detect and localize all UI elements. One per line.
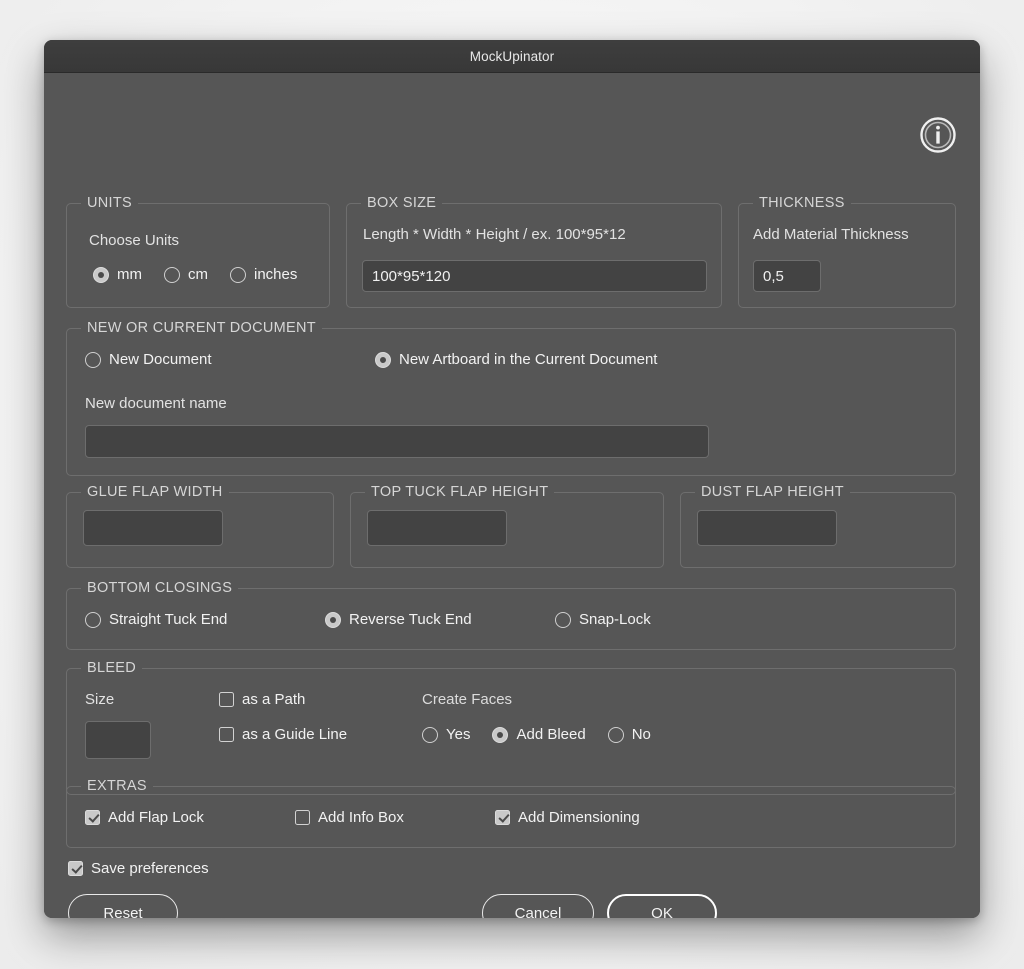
mockupinator-window: MockUpinator UNITS Choose Units mm cm in… bbox=[44, 40, 980, 918]
bleed-size-label: Size bbox=[85, 691, 115, 708]
box-size-legend: BOX SIZE bbox=[361, 195, 443, 211]
top-tuck-flap-height-input[interactable] bbox=[367, 510, 507, 546]
units-radio-row: mm cm inches bbox=[93, 266, 297, 283]
radio-label: No bbox=[631, 726, 651, 743]
checkbox-indicator-icon bbox=[495, 810, 510, 825]
bottom-closings-group: BOTTOM CLOSINGS Straight Tuck End Revers… bbox=[66, 580, 956, 650]
radio-create-faces-no[interactable]: No bbox=[607, 726, 651, 743]
checkbox-label: Add Flap Lock bbox=[108, 809, 204, 826]
radio-indicator-icon bbox=[93, 266, 109, 283]
checkbox-indicator-icon bbox=[85, 810, 100, 825]
checkbox-label: Add Info Box bbox=[318, 809, 404, 826]
box-size-group: BOX SIZE Length * Width * Height / ex. 1… bbox=[346, 195, 722, 308]
dust-flap-height-input[interactable] bbox=[697, 510, 837, 546]
radio-units-inches[interactable]: inches bbox=[230, 266, 297, 283]
units-group: UNITS Choose Units mm cm inches bbox=[66, 195, 330, 308]
new-document-name-input[interactable] bbox=[85, 425, 709, 458]
extras-group: EXTRAS Add Flap Lock Add Info Box Add Di… bbox=[66, 778, 956, 848]
radio-label: cm bbox=[188, 266, 208, 283]
thickness-legend: THICKNESS bbox=[753, 195, 851, 211]
top-tuck-flap-height-group: TOP TUCK FLAP HEIGHT bbox=[350, 484, 664, 568]
radio-indicator-icon bbox=[230, 266, 246, 283]
checkbox-indicator-icon bbox=[219, 692, 234, 707]
radio-label: Straight Tuck End bbox=[109, 611, 228, 628]
checkbox-as-a-path[interactable]: as a Path bbox=[219, 691, 305, 708]
radio-units-cm[interactable]: cm bbox=[164, 266, 208, 283]
radio-indicator-icon bbox=[85, 611, 101, 628]
radio-indicator-icon bbox=[85, 351, 101, 368]
checkbox-label: Add Dimensioning bbox=[518, 809, 640, 826]
extras-legend: EXTRAS bbox=[81, 778, 153, 794]
thickness-group: THICKNESS Add Material Thickness bbox=[738, 195, 956, 308]
create-faces-label: Create Faces bbox=[422, 691, 513, 708]
radio-units-mm[interactable]: mm bbox=[93, 266, 142, 283]
glue-flap-width-group: GLUE FLAP WIDTH bbox=[66, 484, 334, 568]
checkbox-add-info-box[interactable]: Add Info Box bbox=[295, 809, 495, 826]
choose-units-label: Choose Units bbox=[89, 232, 180, 249]
radio-label: New Document bbox=[109, 351, 212, 368]
info-icon[interactable] bbox=[918, 115, 958, 155]
radio-label: mm bbox=[117, 266, 142, 283]
radio-indicator-icon bbox=[607, 726, 624, 743]
checkbox-label: as a Path bbox=[242, 691, 306, 708]
radio-indicator-icon bbox=[375, 351, 391, 368]
checkbox-save-preferences[interactable]: Save preferences bbox=[68, 860, 209, 877]
radio-new-document[interactable]: New Document bbox=[85, 351, 375, 368]
radio-create-faces-yes[interactable]: Yes bbox=[422, 726, 470, 743]
radio-label: Snap-Lock bbox=[579, 611, 651, 628]
top-tuck-flap-height-legend: TOP TUCK FLAP HEIGHT bbox=[365, 484, 555, 500]
reset-button[interactable]: Reset bbox=[68, 894, 178, 918]
document-legend: NEW OR CURRENT DOCUMENT bbox=[81, 320, 322, 336]
box-size-input[interactable] bbox=[362, 260, 707, 292]
radio-label: New Artboard in the Current Document bbox=[399, 351, 658, 368]
checkbox-indicator-icon bbox=[68, 861, 83, 876]
new-document-name-label: New document name bbox=[85, 395, 227, 412]
radio-label: Add Bleed bbox=[516, 726, 586, 743]
checkbox-indicator-icon bbox=[219, 727, 234, 742]
checkbox-add-flap-lock[interactable]: Add Flap Lock bbox=[85, 809, 295, 826]
checkbox-label: Save preferences bbox=[91, 860, 209, 877]
checkbox-indicator-icon bbox=[295, 810, 310, 825]
thickness-sublabel: Add Material Thickness bbox=[753, 226, 909, 243]
bottom-closings-radio-row: Straight Tuck End Reverse Tuck End Snap-… bbox=[85, 611, 651, 628]
radio-snap-lock[interactable]: Snap-Lock bbox=[555, 611, 651, 628]
radio-new-artboard[interactable]: New Artboard in the Current Document bbox=[375, 351, 657, 368]
radio-straight-tuck-end[interactable]: Straight Tuck End bbox=[85, 611, 325, 628]
checkbox-as-a-guide-line[interactable]: as a Guide Line bbox=[219, 726, 347, 743]
window-title: MockUpinator bbox=[469, 48, 555, 64]
radio-indicator-icon bbox=[422, 726, 438, 743]
document-radio-row: New Document New Artboard in the Current… bbox=[85, 351, 657, 368]
window-titlebar: MockUpinator bbox=[44, 40, 980, 73]
create-faces-radio-row: Yes Add Bleed No bbox=[422, 726, 651, 743]
radio-reverse-tuck-end[interactable]: Reverse Tuck End bbox=[325, 611, 555, 628]
dust-flap-height-group: DUST FLAP HEIGHT bbox=[680, 484, 956, 568]
cancel-button[interactable]: Cancel bbox=[482, 894, 594, 918]
bottom-closings-legend: BOTTOM CLOSINGS bbox=[81, 580, 239, 596]
extras-checkbox-row: Add Flap Lock Add Info Box Add Dimension… bbox=[85, 809, 640, 826]
units-legend: UNITS bbox=[81, 195, 138, 211]
radio-label: Reverse Tuck End bbox=[349, 611, 472, 628]
glue-flap-width-legend: GLUE FLAP WIDTH bbox=[81, 484, 229, 500]
document-group: NEW OR CURRENT DOCUMENT New Document New… bbox=[66, 320, 956, 476]
radio-label: Yes bbox=[446, 726, 471, 743]
radio-indicator-icon bbox=[325, 611, 341, 628]
radio-label: inches bbox=[254, 266, 298, 283]
radio-create-faces-add-bleed[interactable]: Add Bleed bbox=[492, 726, 586, 743]
ok-button[interactable]: OK bbox=[607, 894, 717, 918]
thickness-input[interactable] bbox=[753, 260, 821, 292]
bleed-size-input[interactable] bbox=[85, 721, 151, 759]
bleed-legend: BLEED bbox=[81, 660, 143, 676]
glue-flap-width-input[interactable] bbox=[83, 510, 223, 546]
checkbox-add-dimensioning[interactable]: Add Dimensioning bbox=[495, 809, 640, 826]
dialog-body: UNITS Choose Units mm cm inches BOX SIZE bbox=[44, 73, 980, 918]
bleed-group: BLEED Size as a Path as a Guide Line Cre… bbox=[66, 660, 956, 795]
radio-indicator-icon bbox=[555, 611, 571, 628]
box-size-hint-label: Length * Width * Height / ex. 100*95*12 bbox=[363, 226, 626, 243]
radio-indicator-icon bbox=[164, 266, 180, 283]
dust-flap-height-legend: DUST FLAP HEIGHT bbox=[695, 484, 850, 500]
checkbox-label: as a Guide Line bbox=[242, 726, 348, 743]
radio-indicator-icon bbox=[492, 726, 509, 743]
